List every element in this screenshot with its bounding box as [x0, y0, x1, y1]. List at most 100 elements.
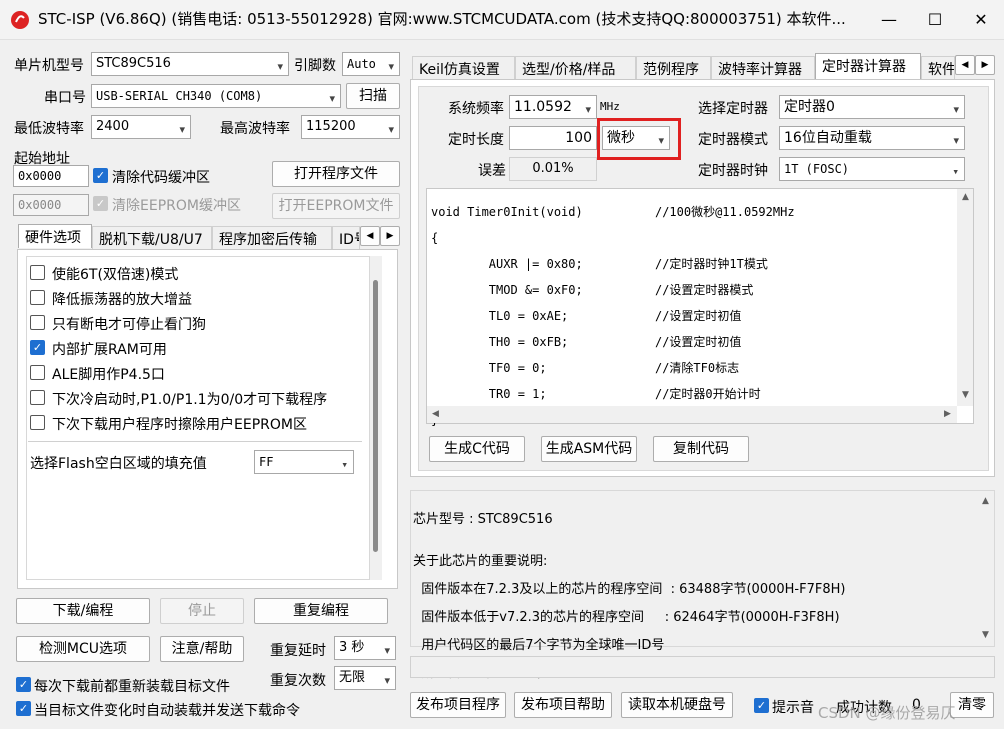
code-vertical-scrollbar[interactable]: ▲ ▼	[957, 189, 973, 406]
pins-select[interactable]: Auto ▾	[342, 52, 400, 76]
error-label: 误差	[478, 163, 506, 179]
option-erase-eeprom-checkbox[interactable]	[30, 415, 45, 430]
scan-button[interactable]: 扫描	[346, 83, 400, 109]
auto-load-checkbox[interactable]: ✓	[16, 701, 31, 716]
info-line: 固件版本在7.2.3及以上的芯片的程序空间 : 63488字节(0000H-F7…	[413, 582, 846, 597]
tab-scroll-right-button[interactable]: ▶	[975, 55, 995, 75]
option-ale-label: ALE脚用作P4.5口	[52, 367, 165, 383]
prompt-sound-label: 提示音	[772, 700, 814, 716]
chevron-down-icon: ▾	[953, 103, 959, 116]
port-label: 串口号	[44, 90, 86, 106]
pins-value: Auto	[347, 57, 376, 71]
clear-code-checkbox[interactable]: ✓	[93, 168, 108, 183]
help-button[interactable]: 注意/帮助	[160, 636, 244, 662]
read-disk-id-button[interactable]: 读取本机硬盘号	[621, 692, 733, 718]
mode-select[interactable]: 16位自动重载 ▾	[779, 126, 965, 150]
chevron-down-icon: ▾	[277, 60, 283, 73]
freq-unit: MHz	[600, 100, 620, 113]
option-gain-checkbox[interactable]	[30, 290, 45, 305]
repeat-delay-value: 3 秒	[339, 640, 365, 655]
auto-load-label: 当目标文件变化时自动装载并发送下载命令	[34, 703, 300, 719]
code-line: void Timer0Init(void) //100微秒@11.0592MHz	[431, 205, 795, 219]
length-unit-select[interactable]: 微秒 ▾	[602, 126, 670, 150]
tab-scroll-left-button[interactable]: ◀	[360, 226, 380, 246]
tab-scroll-left-button[interactable]: ◀	[955, 55, 975, 75]
tab-selection[interactable]: 选型/价格/样品	[515, 56, 636, 80]
tab-id[interactable]: ID号	[332, 226, 360, 250]
max-baud-select[interactable]: 115200 ▾	[301, 115, 400, 139]
tab-timer-calc[interactable]: 定时器计算器	[815, 53, 921, 80]
tab-keil[interactable]: Keil仿真设置	[412, 56, 515, 80]
repeat-count-select[interactable]: 无限 ▾	[334, 666, 396, 690]
mcu-model-select[interactable]: STC89C516 ▾	[91, 52, 289, 76]
option-6t-checkbox[interactable]	[30, 265, 45, 280]
maximize-button[interactable]: ☐	[912, 0, 958, 40]
open-program-button[interactable]: 打开程序文件	[272, 161, 400, 187]
clear-code-label: 清除代码缓冲区	[112, 170, 210, 186]
info-line: 固件版本低于v7.2.3的芯片的程序空间 : 62464字节(0000H-F3F…	[413, 610, 840, 625]
tab-offline[interactable]: 脱机下载/U8/U7	[92, 226, 212, 250]
generate-c-button[interactable]: 生成C代码	[429, 436, 525, 462]
tab-hardware[interactable]: 硬件选项	[18, 224, 92, 248]
timer-select-label: 选择定时器	[698, 101, 768, 117]
port-value: USB-SERIAL CH340 (COM8)	[96, 89, 263, 103]
option-ram-checkbox[interactable]: ✓	[30, 340, 45, 355]
code-line: AUXR |= 0x80; //定时器时钟1T模式	[431, 257, 768, 271]
code-horizontal-scrollbar[interactable]: ◀ ▶	[427, 406, 957, 423]
tab-baud-calc[interactable]: 波特率计算器	[711, 56, 815, 80]
length-label: 定时长度	[448, 132, 504, 148]
options-scrollbar[interactable]	[370, 256, 382, 580]
code-address-input[interactable]: 0x0000	[13, 165, 89, 187]
tab-examples[interactable]: 范例程序	[636, 56, 711, 80]
option-watchdog-checkbox[interactable]	[30, 315, 45, 330]
reload-checkbox[interactable]: ✓	[16, 677, 31, 692]
chevron-down-icon: ▾	[384, 674, 390, 687]
tab-software[interactable]: 软件	[921, 56, 955, 80]
option-coldboot-label: 下次冷启动时,P1.0/P1.1为0/0才可下载程序	[52, 392, 328, 408]
scroll-down-icon[interactable]: ▼	[977, 627, 994, 644]
scroll-right-icon[interactable]: ▶	[939, 406, 956, 423]
freq-input[interactable]: 11.0592 ▾	[509, 95, 597, 119]
prompt-sound-checkbox[interactable]: ✓	[754, 698, 769, 713]
download-button[interactable]: 下载/编程	[16, 598, 150, 624]
timer-select[interactable]: 定时器0 ▾	[779, 95, 965, 119]
option-erase-eeprom-label: 下次下载用户程序时擦除用户EEPROM区	[52, 417, 307, 433]
code-line: TR0 = 1; //定时器0开始计时	[431, 387, 761, 401]
length-input[interactable]: 100	[509, 126, 597, 150]
clear-count-button[interactable]: 清零	[950, 692, 994, 718]
publish-help-button[interactable]: 发布项目帮助	[514, 692, 612, 718]
code-output[interactable]: void Timer0Init(void) //100微秒@11.0592MHz…	[426, 188, 974, 427]
copy-code-button[interactable]: 复制代码	[653, 436, 749, 462]
open-eeprom-button[interactable]: 打开EEPROM文件	[272, 193, 400, 219]
scroll-up-icon[interactable]: ▲	[957, 189, 974, 206]
tab-scroll-right-button[interactable]: ▶	[380, 226, 400, 246]
option-ram-label: 内部扩展RAM可用	[52, 342, 167, 358]
scrollbar-thumb[interactable]	[373, 280, 378, 552]
publish-program-button[interactable]: 发布项目程序	[410, 692, 506, 718]
scroll-down-icon[interactable]: ▼	[957, 387, 974, 404]
clock-select[interactable]: 1T (FOSC) ▾	[779, 157, 965, 181]
scroll-left-icon[interactable]: ◀	[427, 406, 444, 423]
freq-value: 11.0592	[514, 99, 572, 115]
repeat-delay-select[interactable]: 3 秒 ▾	[334, 636, 396, 660]
progress-bar	[410, 656, 995, 678]
pins-label: 引脚数	[294, 58, 336, 74]
eeprom-address-input[interactable]: 0x0000	[13, 194, 89, 216]
option-ale-checkbox[interactable]	[30, 365, 45, 380]
min-baud-select[interactable]: 2400 ▾	[91, 115, 191, 139]
close-button[interactable]: ✕	[958, 0, 1004, 40]
fill-value-select[interactable]: FF ▾	[254, 450, 354, 474]
fill-value: FF	[259, 455, 274, 469]
option-6t-label: 使能6T(双倍速)模式	[52, 267, 179, 283]
reprogram-button[interactable]: 重复编程	[254, 598, 388, 624]
max-baud-label: 最高波特率	[220, 121, 290, 137]
option-coldboot-checkbox[interactable]	[30, 390, 45, 405]
generate-asm-button[interactable]: 生成ASM代码	[541, 436, 637, 462]
detect-mcu-button[interactable]: 检测MCU选项	[16, 636, 150, 662]
stop-button[interactable]: 停止	[160, 598, 244, 624]
clear-eeprom-checkbox[interactable]: ✓	[93, 196, 108, 211]
port-select[interactable]: USB-SERIAL CH340 (COM8) ▾	[91, 84, 341, 108]
minimize-button[interactable]: —	[866, 0, 912, 40]
scroll-up-icon[interactable]: ▲	[977, 493, 994, 510]
tab-encrypt[interactable]: 程序加密后传输	[212, 226, 332, 250]
